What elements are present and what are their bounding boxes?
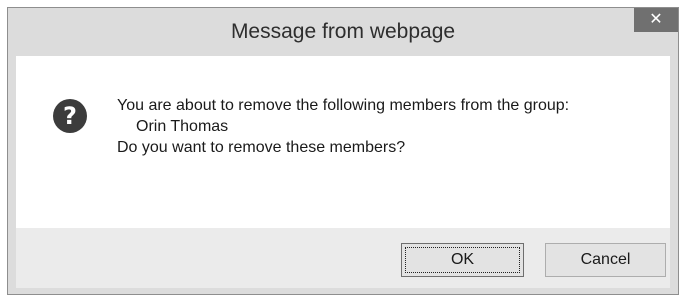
member-name: Orin Thomas bbox=[136, 118, 229, 135]
close-icon: ✕ bbox=[649, 11, 663, 28]
dialog-title: Message from webpage bbox=[230, 20, 456, 43]
cancel-button-label: Cancel bbox=[580, 251, 631, 268]
dialog-message: You are about to remove the following me… bbox=[117, 95, 667, 158]
question-icon: ? bbox=[53, 99, 87, 133]
cancel-button[interactable]: Cancel bbox=[545, 243, 666, 277]
message-question: Do you want to remove these members? bbox=[117, 139, 406, 156]
ok-button-label: OK bbox=[450, 251, 475, 268]
ok-button[interactable]: OK bbox=[401, 243, 524, 277]
title-bar[interactable]: Message from webpage ✕ bbox=[8, 8, 678, 56]
confirm-dialog: Message from webpage ✕ ? You are about t… bbox=[7, 7, 679, 295]
dialog-content: ? You are about to remove the following … bbox=[16, 56, 670, 228]
close-button[interactable]: ✕ bbox=[634, 8, 678, 32]
message-line: You are about to remove the following me… bbox=[117, 97, 570, 114]
dialog-footer: OK Cancel bbox=[16, 228, 670, 288]
